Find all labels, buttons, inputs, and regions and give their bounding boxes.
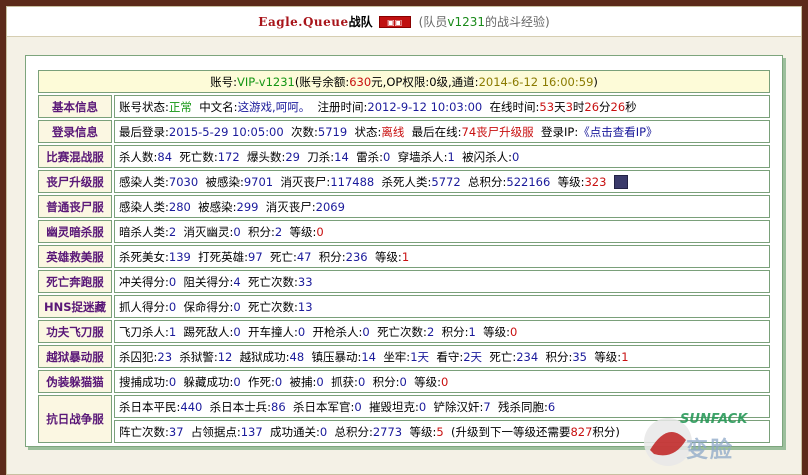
table-row: 抗日战争服 杀日本平民:440 杀日本士兵:86 杀日本军官:0 摧毁坦克:0 … [38,395,770,443]
team-suffix: 战队 [348,15,373,29]
category-disguise: 伪装躲猫猫 [38,370,112,393]
main-frame: Eagle.Queue 战队 ▣▣ (队员v1231的战斗经验) 账号:VIP-… [6,6,802,475]
category-login: 登录信息 [38,120,112,143]
war-values-1: 杀日本平民:440 杀日本士兵:86 杀日本军官:0 摧毁坦克:0 铲除汉奸:7… [114,395,770,418]
account-row: 账号:VIP-v1231(账号余额:630元,OP权限:0级,通道:2014-6… [38,70,770,93]
jail-values: 杀囚犯:23 杀狱警:12 越狱成功:48 镇压暴动:14 坐牢:1天 看守:2… [114,345,770,368]
category-zombie-normal: 普通丧尸服 [38,195,112,218]
category-jail: 越狱暴动服 [38,345,112,368]
team-name: Eagle.Queue [258,14,349,29]
category-match: 比赛混战服 [38,145,112,168]
view-ip-link[interactable]: 《点击查看IP》 [578,125,657,139]
table-row: 普通丧尸服 感染人类:280 被感染:299 消灭丧尸:2069 [38,195,770,218]
table-row: 英雄救美服 杀死美女:139 打死英雄:97 死亡:47 积分:236 等级:1 [38,245,770,268]
category-death-run: 死亡奔跑服 [38,270,112,293]
table-row: 幽灵暗杀服 暗杀人类:2 消灭幽灵:0 积分:2 等级:0 [38,220,770,243]
level-rank-icon [614,175,629,189]
category-kungfu: 功夫飞刀服 [38,320,112,343]
table-row: 基本信息 账号状态:正常 中文名:这游戏,呵呵。 注册时间:2012-9-12 … [38,95,770,118]
stats-panel: 账号:VIP-v1231(账号余额:630元,OP权限:0级,通道:2014-6… [25,55,783,447]
table-row: 阵亡次数:37 占领据点:137 成功通关:0 总积分:2773 等级:5 (升… [38,420,770,443]
category-ghost: 幽灵暗杀服 [38,220,112,243]
table-row: 伪装躲猫猫 搜捕成功:0 躲藏成功:0 作死:0 被捕:0 抓获:0 积分:0 … [38,370,770,393]
category-war: 抗日战争服 [38,395,112,443]
hero-values: 杀死美女:139 打死英雄:97 死亡:47 积分:236 等级:1 [114,245,770,268]
team-badge-icon: ▣▣ [378,15,411,28]
zombie-up-values: 感染人类:7030 被感染:9701 消灭丧尸:117488 杀死人类:5772… [114,170,770,193]
category-hns: HNS捉迷藏 [38,295,112,318]
war-values-2: 阵亡次数:37 占领据点:137 成功通关:0 总积分:2773 等级:5 (升… [114,420,770,443]
table-row: 死亡奔跑服 冲关得分:0 阻关得分:4 死亡次数:33 [38,270,770,293]
title-bar: Eagle.Queue 战队 ▣▣ (队员v1231的战斗经验) [7,7,801,37]
table-row: HNS捉迷藏 抓人得分:0 保命得分:0 死亡次数:13 [38,295,770,318]
basic-info-values: 账号状态:正常 中文名:这游戏,呵呵。 注册时间:2012-9-12 10:03… [114,95,770,118]
table-row: 比赛混战服 杀人数:84 死亡数:172 爆头数:29 刀杀:14 雷杀:0 穿… [38,145,770,168]
zombie-normal-values: 感染人类:280 被感染:299 消灭丧尸:2069 [114,195,770,218]
death-run-values: 冲关得分:0 阻关得分:4 死亡次数:33 [114,270,770,293]
table-row: 越狱暴动服 杀囚犯:23 杀狱警:12 越狱成功:48 镇压暴动:14 坐牢:1… [38,345,770,368]
account-summary: 账号:VIP-v1231(账号余额:630元,OP权限:0级,通道:2014-6… [38,70,770,93]
table-row: 功夫飞刀服 飞刀杀人:1 踢死敌人:0 开车撞人:0 开枪杀人:0 死亡次数:2… [38,320,770,343]
category-basic: 基本信息 [38,95,112,118]
table-row: 登录信息 最后登录:2015-5-29 10:05:00 次数:5719 状态:… [38,120,770,143]
disguise-values: 搜捕成功:0 躲藏成功:0 作死:0 被捕:0 抓获:0 积分:0 等级:0 [114,370,770,393]
hns-values: 抓人得分:0 保命得分:0 死亡次数:13 [114,295,770,318]
ghost-values: 暗杀人类:2 消灭幽灵:0 积分:2 等级:0 [114,220,770,243]
category-hero: 英雄救美服 [38,245,112,268]
member-name: v1231 [447,15,485,29]
table-row: 丧尸升级服 感染人类:7030 被感染:9701 消灭丧尸:117488 杀死人… [38,170,770,193]
match-values: 杀人数:84 死亡数:172 爆头数:29 刀杀:14 雷杀:0 穿墙杀人:1 … [114,145,770,168]
member-subtitle: (队员v1231的战斗经验) [418,15,550,29]
stats-table: 账号:VIP-v1231(账号余额:630元,OP权限:0级,通道:2014-6… [36,68,772,445]
login-info-values: 最后登录:2015-5-29 10:05:00 次数:5719 状态:离线 最后… [114,120,770,143]
kungfu-values: 飞刀杀人:1 踢死敌人:0 开车撞人:0 开枪杀人:0 死亡次数:2 积分:1 … [114,320,770,343]
category-zombie-up: 丧尸升级服 [38,170,112,193]
